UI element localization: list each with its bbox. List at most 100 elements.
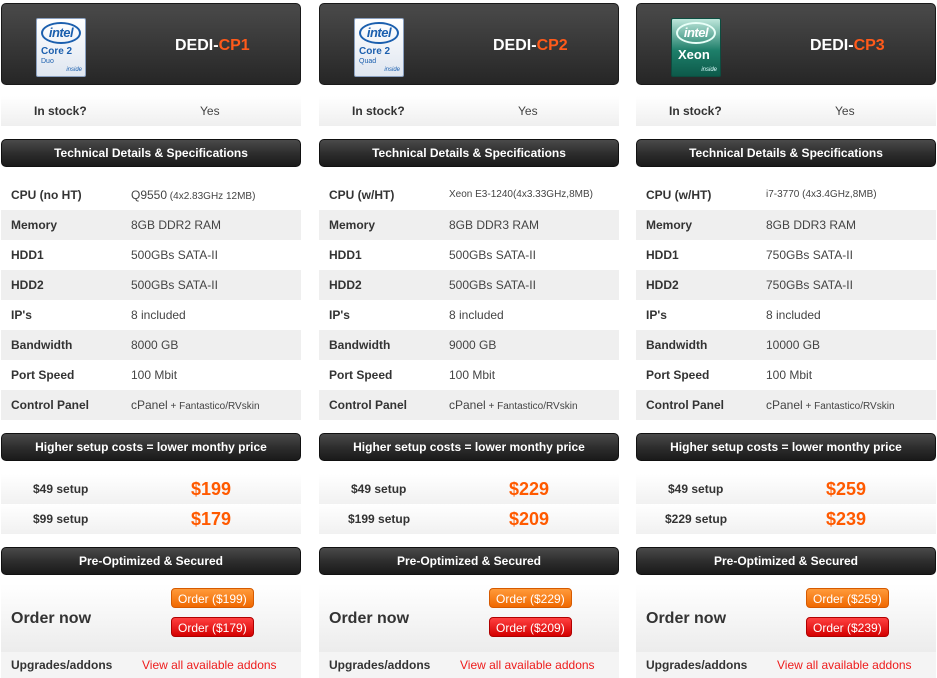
spec-value-detail: (4x2.83GHz 12MB) bbox=[167, 191, 256, 202]
plan-header: intel Xeon inside DEDI-CP3 bbox=[636, 3, 936, 85]
stock-row: In stock? Yes bbox=[319, 96, 619, 126]
monthly-price: $259 bbox=[826, 479, 867, 499]
spec-value: 8GB DDR2 RAM bbox=[131, 218, 222, 232]
stock-row: In stock? Yes bbox=[1, 96, 301, 126]
spec-label: Port Speed bbox=[329, 368, 393, 382]
price-row: $99 setup $179 bbox=[1, 504, 301, 534]
spec-label: HDD2 bbox=[329, 278, 362, 292]
spec-value-main: Q9550 bbox=[131, 188, 168, 202]
setup-costs-header: Higher setup costs = lower monthy price bbox=[636, 433, 936, 461]
order-button-primary[interactable]: Order ($259) bbox=[806, 588, 889, 608]
spec-label: HDD1 bbox=[11, 248, 44, 262]
order-button-secondary[interactable]: Order ($239) bbox=[806, 617, 889, 637]
spec-value-detail: + Fantastico/RVskin bbox=[167, 401, 260, 412]
spec-value: 100 Mbit bbox=[449, 368, 496, 382]
addons-label: Upgrades/addons bbox=[646, 658, 748, 672]
spec-label: Control Panel bbox=[646, 398, 725, 412]
plan-title-prefix: DEDI- bbox=[493, 37, 537, 54]
spec-value: 100 Mbit bbox=[766, 368, 813, 382]
spec-label: Memory bbox=[329, 218, 376, 232]
stock-value: Yes bbox=[200, 104, 220, 118]
stock-label: In stock? bbox=[34, 104, 87, 118]
plan-title-suffix: CP3 bbox=[853, 37, 885, 54]
price-row: $229 setup $239 bbox=[636, 504, 936, 534]
setup-costs-header: Higher setup costs = lower monthy price bbox=[319, 433, 619, 461]
stock-label: In stock? bbox=[352, 104, 405, 118]
spec-row-hdd1: HDD1 500GBs SATA-II bbox=[1, 240, 301, 270]
spec-value: i7-3770 (4x3.4GHz,8MB) bbox=[766, 189, 877, 200]
logo-sub: Duo bbox=[41, 58, 54, 65]
order-box: Order now Order ($259) Order ($239) bbox=[636, 584, 936, 652]
spec-label: Memory bbox=[646, 218, 693, 232]
view-addons-link[interactable]: View all available addons bbox=[460, 658, 595, 672]
view-addons-link[interactable]: View all available addons bbox=[777, 658, 912, 672]
plan-header: intel Core 2 Duo inside DEDI-CP1 bbox=[1, 3, 301, 85]
order-now-label: Order now bbox=[329, 610, 410, 627]
plan-column-cp1: intel Core 2 Duo inside DEDI-CP1 In stoc… bbox=[1, 0, 301, 678]
spec-row-control-panel: Control Panel cPanel + Fantastico/RVskin bbox=[1, 390, 301, 420]
order-button-primary[interactable]: Order ($199) bbox=[171, 588, 254, 608]
stock-row: In stock? Yes bbox=[636, 96, 936, 126]
monthly-price: $199 bbox=[191, 479, 232, 499]
spec-row-cpu: CPU (no HT) Q9550 (4x2.83GHz 12MB) bbox=[1, 180, 301, 210]
spec-value: 8 included bbox=[449, 308, 504, 322]
spec-value: 500GBs SATA-II bbox=[131, 278, 218, 292]
view-addons-link[interactable]: View all available addons bbox=[142, 658, 277, 672]
spec-value-detail: (4x3.4GHz,8MB) bbox=[799, 189, 877, 200]
plan-title: DEDI-CP3 bbox=[810, 37, 885, 55]
spec-row-ips: IP's 8 included bbox=[319, 300, 619, 330]
plan-title: DEDI-CP1 bbox=[175, 37, 250, 55]
order-button-primary[interactable]: Order ($229) bbox=[489, 588, 572, 608]
setup-fee: $199 setup bbox=[348, 512, 411, 526]
spec-value: cPanel + Fantastico/RVskin bbox=[449, 398, 578, 412]
order-box: Order now Order ($229) Order ($209) bbox=[319, 584, 619, 652]
spec-label: IP's bbox=[11, 308, 32, 322]
intel-core2-quad-logo: intel Core 2 Quad inside bbox=[354, 18, 404, 77]
secured-header: Pre-Optimized & Secured bbox=[636, 547, 936, 575]
spec-row-memory: Memory 8GB DDR3 RAM bbox=[319, 210, 619, 240]
logo-sub: Quad bbox=[359, 58, 377, 65]
order-button-secondary[interactable]: Order ($179) bbox=[171, 617, 254, 637]
stock-label: In stock? bbox=[669, 104, 722, 118]
spec-value-main: i7-3770 bbox=[766, 189, 800, 200]
spec-value: Xeon E3-1240(4x3.33GHz,8MB) bbox=[449, 189, 593, 200]
monthly-price: $239 bbox=[826, 509, 867, 529]
addons-row: Upgrades/addons View all available addon… bbox=[319, 652, 619, 678]
plan-header: intel Core 2 Quad inside DEDI-CP2 bbox=[319, 3, 619, 85]
price-row: $49 setup $259 bbox=[636, 474, 936, 504]
plan-title: DEDI-CP2 bbox=[493, 37, 568, 55]
spec-value: cPanel + Fantastico/RVskin bbox=[131, 398, 260, 412]
spec-label: Port Speed bbox=[646, 368, 710, 382]
spec-label: Bandwidth bbox=[646, 338, 708, 352]
spec-value-main: cPanel bbox=[449, 398, 486, 412]
spec-value: 9000 GB bbox=[449, 338, 497, 352]
plan-title-suffix: CP1 bbox=[218, 37, 250, 54]
spec-value-main: cPanel bbox=[766, 398, 803, 412]
spec-row-cpu: CPU (w/HT) Xeon E3-1240(4x3.33GHz,8MB) bbox=[319, 180, 619, 210]
spec-label: HDD2 bbox=[646, 278, 679, 292]
spec-label: Control Panel bbox=[329, 398, 408, 412]
spec-row-port-speed: Port Speed 100 Mbit bbox=[1, 360, 301, 390]
setup-fee: $49 setup bbox=[33, 482, 89, 496]
spec-value: 8 included bbox=[766, 308, 821, 322]
spec-value: 8GB DDR3 RAM bbox=[449, 218, 540, 232]
spec-label: IP's bbox=[646, 308, 667, 322]
spec-value-detail: + Fantastico/RVskin bbox=[802, 401, 895, 412]
intel-xeon-logo: intel Xeon inside bbox=[671, 18, 721, 77]
spec-row-hdd2: HDD2 500GBs SATA-II bbox=[1, 270, 301, 300]
setup-fee: $229 setup bbox=[665, 512, 728, 526]
spec-value: 10000 GB bbox=[766, 338, 821, 352]
order-now-label: Order now bbox=[646, 610, 727, 627]
monthly-price: $209 bbox=[509, 509, 550, 529]
spec-value: 500GBs SATA-II bbox=[131, 248, 218, 262]
addons-label: Upgrades/addons bbox=[11, 658, 113, 672]
monthly-price: $179 bbox=[191, 509, 232, 529]
plan-title-suffix: CP2 bbox=[536, 37, 568, 54]
order-button-secondary[interactable]: Order ($209) bbox=[489, 617, 572, 637]
tech-details-header: Technical Details & Specifications bbox=[1, 139, 301, 167]
price-row: $199 setup $209 bbox=[319, 504, 619, 534]
setup-costs-header: Higher setup costs = lower monthy price bbox=[1, 433, 301, 461]
spec-label: CPU (no HT) bbox=[11, 188, 82, 202]
spec-value: cPanel + Fantastico/RVskin bbox=[766, 398, 895, 412]
spec-label: CPU (w/HT) bbox=[646, 188, 712, 202]
